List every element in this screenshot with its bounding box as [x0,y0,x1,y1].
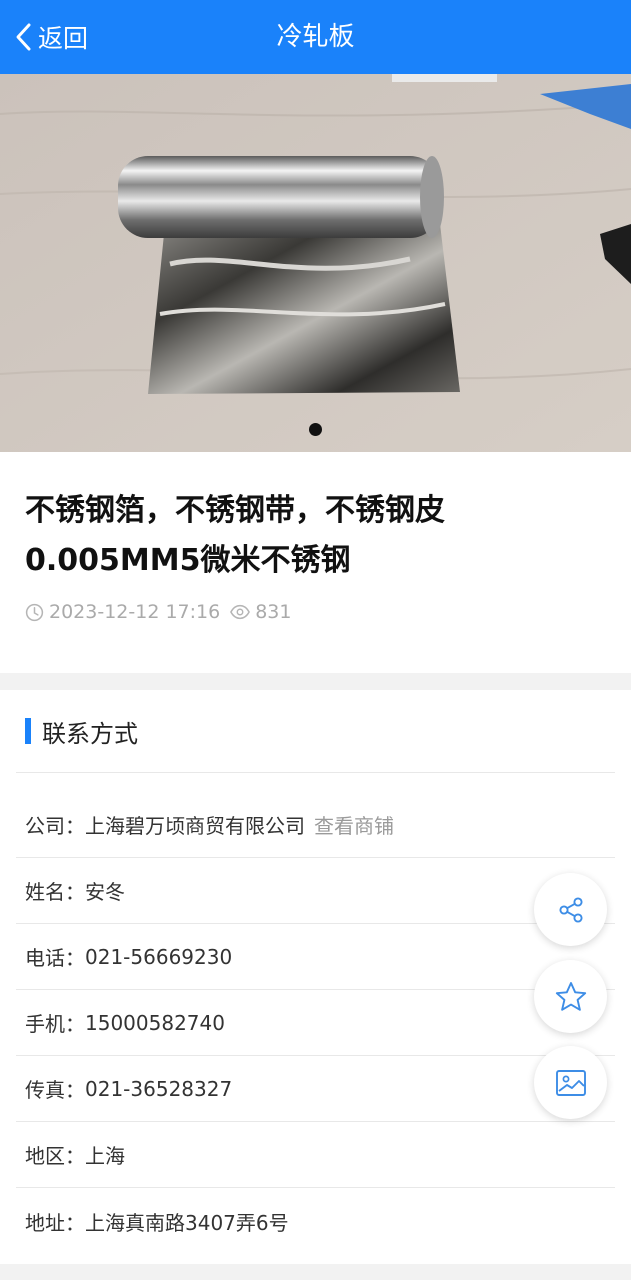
product-photo [0,74,631,452]
address-label: 地址： [25,1210,85,1235]
contact-section: 联系方式 公司： 上海碧万顷商贸有限公司 查看商铺 姓名： 安冬 电话： 021… [0,690,631,1264]
phone-label: 电话： [25,946,85,970]
name-row: 姓名： 安冬 [16,858,615,924]
divider [16,772,615,773]
company-label: 公司： [25,814,85,838]
share-button[interactable] [534,873,607,946]
carousel-indicator [0,423,631,436]
name-label: 姓名： [25,880,85,904]
image-icon [555,1069,586,1096]
page-title: 冷轧板 [276,22,355,52]
clock-icon [25,603,44,621]
contact-name: 安冬 [85,880,125,904]
star-icon [555,981,586,1011]
fax-number: 021-36528327 [85,1076,233,1101]
share-icon [558,896,583,923]
mobile-number[interactable]: 15000582740 [85,1011,225,1035]
section-title: 联系方式 [42,719,138,748]
mobile-label: 手机： [25,1012,85,1036]
company-name: 上海碧万顷商贸有限公司 [85,814,305,838]
mobile-row[interactable]: 手机： 15000582740 [16,990,615,1056]
section-header: 联系方式 [25,716,138,748]
eye-icon [230,604,251,620]
region-row: 地区： 上海 [16,1122,615,1188]
post-meta: 2023-12-12 17:16 831 [25,600,291,624]
favorite-button[interactable] [534,960,607,1033]
address-value: 上海真南路3407弄6号 [85,1210,289,1235]
top-bar: 返回 冷轧板 [0,0,631,74]
view-count: 831 [255,601,292,623]
section-accent-bar [25,718,31,744]
phone-row[interactable]: 电话： 021-56669230 [16,924,615,990]
phone-number[interactable]: 021-56669230 [85,945,232,969]
region-value: 上海 [85,1144,125,1168]
region-label: 地区： [25,1144,85,1168]
fax-label: 传真： [25,1078,85,1102]
fax-row: 传真： 021-36528327 [16,1056,615,1122]
post-date: 2023-12-12 17:16 [49,601,221,623]
product-info: 不锈钢箔，不锈钢带，不锈钢皮0.005MM5微米不锈钢 2023-12-12 1… [0,452,631,673]
address-row: 地址： 上海真南路3407弄6号 [16,1188,615,1254]
company-row: 公司： 上海碧万顷商贸有限公司 查看商铺 [16,792,615,858]
product-title: 不锈钢箔，不锈钢带，不锈钢皮0.005MM5微米不锈钢 [25,493,445,578]
view-shop-link[interactable]: 查看商铺 [314,810,394,839]
gallery-button[interactable] [534,1046,607,1119]
product-image-carousel[interactable] [0,74,631,452]
carousel-dot[interactable] [309,423,322,436]
